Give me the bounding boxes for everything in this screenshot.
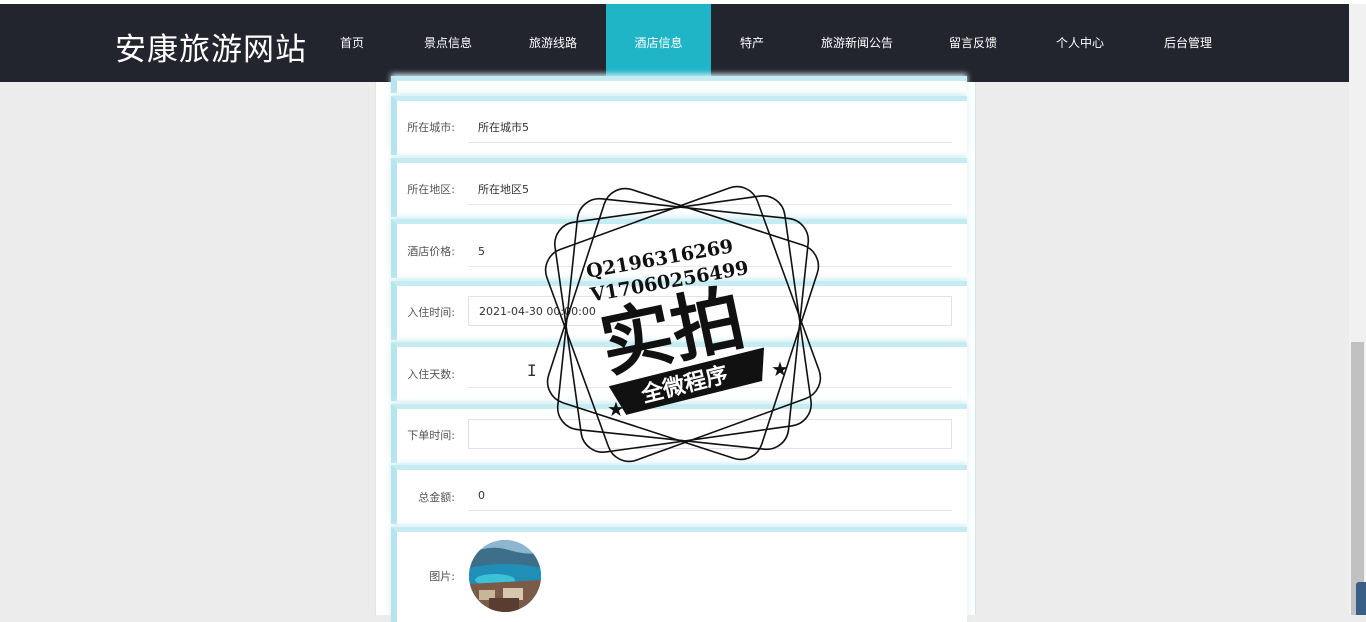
hotel-photo-graphic bbox=[469, 540, 541, 612]
image-label: 图片: bbox=[429, 570, 455, 583]
form-row-image: 图片: bbox=[391, 527, 967, 622]
district-label: 所在地区: bbox=[407, 183, 455, 196]
star-icon-left: ★ bbox=[607, 397, 625, 421]
nav-specialties[interactable]: 特产 bbox=[723, 4, 781, 82]
nav-attractions[interactable]: 景点信息 bbox=[410, 4, 486, 82]
nav-home[interactable]: 首页 bbox=[323, 4, 381, 82]
nav-user-center[interactable]: 个人中心 bbox=[1042, 4, 1118, 82]
city-label: 所在城市: bbox=[407, 121, 455, 134]
total-label: 总金额: bbox=[418, 491, 455, 504]
order-time-label: 下单时间: bbox=[407, 429, 455, 442]
form-row-city: 所在城市: 所在城市5 bbox=[391, 96, 967, 155]
form-row-partial bbox=[391, 76, 967, 93]
nav-hotels[interactable]: 酒店信息 bbox=[606, 4, 711, 82]
hotel-image[interactable] bbox=[469, 540, 541, 612]
days-label: 入住天数: bbox=[407, 368, 455, 381]
price-label: 酒店价格: bbox=[407, 245, 455, 258]
site-logo[interactable]: 安康旅游网站 bbox=[115, 24, 307, 69]
nav-feedback[interactable]: 留言反馈 bbox=[935, 4, 1011, 82]
navbar: 安康旅游网站 首页 景点信息 旅游线路 酒店信息 特产 旅游新闻公告 留言反馈 … bbox=[0, 4, 1349, 82]
city-field[interactable]: 所在城市5 bbox=[468, 113, 952, 143]
scrollbar-thumb[interactable] bbox=[1351, 342, 1364, 615]
watermark-stamp: Q2196316269 V17060256499 实拍 全微程序 ★ ★ bbox=[544, 185, 822, 463]
corner-widget-icon[interactable] bbox=[1356, 582, 1366, 615]
star-icon-right: ★ bbox=[771, 357, 789, 381]
total-field[interactable]: 0 bbox=[468, 481, 952, 511]
form-row-total: 总金额: 0 bbox=[391, 465, 967, 524]
checkin-label: 入住时间: bbox=[407, 306, 455, 319]
nav-admin[interactable]: 后台管理 bbox=[1150, 4, 1226, 82]
nav-news[interactable]: 旅游新闻公告 bbox=[812, 4, 902, 82]
text-cursor-icon: I bbox=[527, 361, 537, 380]
nav-routes[interactable]: 旅游线路 bbox=[515, 4, 591, 82]
